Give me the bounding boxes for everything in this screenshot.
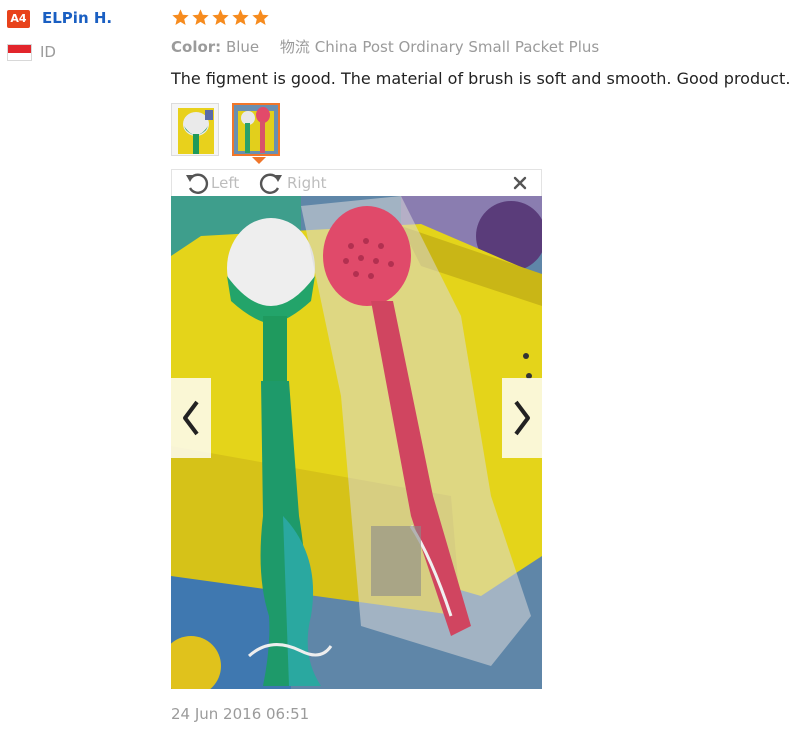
thumbnail-1-image [172, 104, 218, 155]
review-date: 24 Jun 2016 06:51 [171, 705, 310, 723]
star-icon [232, 9, 249, 25]
chevron-right-icon [514, 400, 530, 436]
review-photo-image [171, 196, 542, 689]
shipping-label: 物流 [279, 38, 310, 56]
close-icon [513, 176, 527, 190]
star-rating [171, 8, 270, 27]
buyer-level-badge: A4 [7, 10, 30, 28]
star-icon [212, 9, 229, 25]
rotate-left-icon [186, 173, 209, 194]
next-image-button[interactable] [502, 378, 542, 458]
review-text: The figment is good. The material of bru… [171, 69, 791, 88]
star-icon [192, 9, 209, 25]
thumbnail-1[interactable] [171, 103, 219, 156]
chevron-left-icon [183, 400, 199, 436]
image-viewer-toolbar: Left Right [171, 169, 542, 196]
rotate-left-button[interactable]: Left [184, 171, 239, 195]
rotate-right-label: Right [287, 174, 327, 192]
color-value: Blue [225, 38, 260, 56]
rotate-right-button[interactable]: Right [258, 171, 327, 195]
star-icon [172, 9, 189, 25]
shipping-value: China Post Ordinary Small Packet Plus [314, 38, 600, 56]
thumbnail-2-image [234, 105, 278, 154]
reviewer-country: ID [40, 43, 56, 61]
rotate-right-icon [259, 173, 282, 194]
review-card: A4 ELPin H. ID Color: Blue 物流 China Post… [0, 0, 800, 731]
selected-thumbnail-indicator [252, 157, 266, 164]
close-viewer-button[interactable] [511, 174, 529, 192]
thumbnail-2[interactable] [232, 103, 280, 156]
star-icon [252, 9, 269, 25]
previous-image-button[interactable] [171, 378, 211, 458]
reviewer-name[interactable]: ELPin H. [42, 8, 112, 28]
flag-icon [7, 44, 32, 61]
rotate-left-label: Left [211, 174, 240, 192]
order-details: Color: Blue 物流 China Post Ordinary Small… [171, 36, 599, 58]
review-photo [171, 196, 542, 689]
color-label: Color: [171, 38, 222, 56]
